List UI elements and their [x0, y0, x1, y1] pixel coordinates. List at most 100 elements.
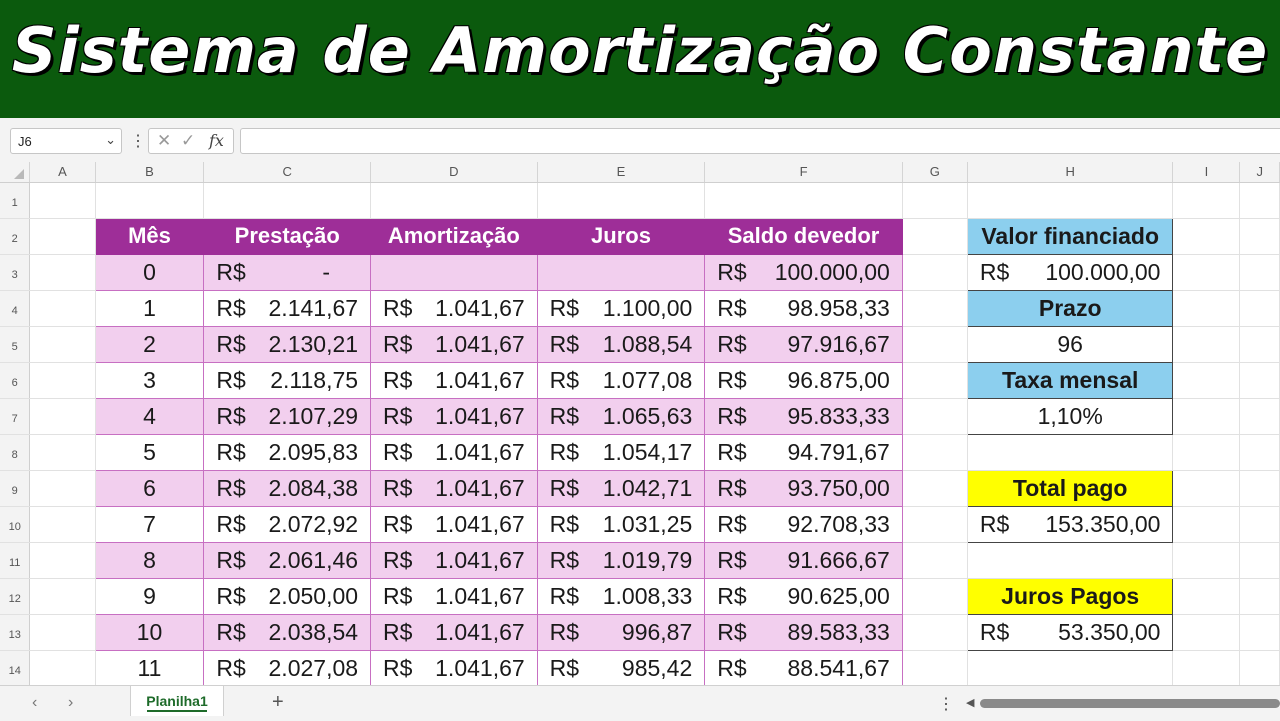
row-header[interactable]: 4: [0, 290, 31, 327]
prestacao-cell[interactable]: R$ 2.027,08: [203, 650, 372, 685]
cell[interactable]: [967, 650, 1174, 685]
prestacao-cell[interactable]: R$ 2.038,54: [203, 614, 372, 651]
cell[interactable]: [1239, 470, 1280, 507]
taxa-mensal-value[interactable]: 1,10%: [966, 397, 1174, 435]
mes-cell[interactable]: 7: [94, 506, 205, 543]
cell[interactable]: [1172, 650, 1241, 685]
header-saldo-devedor[interactable]: Saldo devedor: [704, 218, 903, 255]
amortizacao-cell[interactable]: R$ 1.041,67: [370, 326, 538, 363]
cell[interactable]: [1239, 398, 1280, 435]
prazo-label[interactable]: Prazo: [966, 289, 1174, 327]
cell[interactable]: [967, 434, 1174, 471]
col-header-c[interactable]: C: [203, 162, 372, 183]
saldo-cell[interactable]: R$ 95.833,33: [704, 398, 903, 435]
saldo-cell[interactable]: R$ 89.583,33: [704, 614, 903, 651]
cell[interactable]: [902, 362, 968, 399]
cell[interactable]: [29, 614, 96, 651]
cell[interactable]: [902, 470, 968, 507]
cell[interactable]: [902, 506, 968, 543]
cell[interactable]: [902, 398, 968, 435]
cell[interactable]: [902, 254, 968, 291]
col-header-e[interactable]: E: [537, 162, 706, 183]
cell[interactable]: [29, 182, 96, 219]
amortizacao-cell[interactable]: R$ 1.041,67: [370, 542, 538, 579]
cell[interactable]: [29, 254, 96, 291]
row-header[interactable]: 6: [0, 362, 31, 399]
cell[interactable]: [902, 326, 968, 363]
juros-cell[interactable]: R$ 1.019,79: [537, 542, 706, 579]
saldo-cell[interactable]: R$ 97.916,67: [704, 326, 903, 363]
cell[interactable]: [29, 434, 96, 471]
col-header-a[interactable]: A: [29, 162, 96, 183]
saldo-cell[interactable]: R$ 92.708,33: [704, 506, 903, 543]
row-header[interactable]: 12: [0, 578, 31, 615]
col-header-d[interactable]: D: [370, 162, 538, 183]
total-pago-label[interactable]: Total pago: [966, 469, 1174, 507]
select-all-corner[interactable]: [0, 162, 31, 183]
cell[interactable]: [902, 218, 968, 255]
cell[interactable]: [902, 578, 968, 615]
col-header-h[interactable]: H: [967, 162, 1174, 183]
cell[interactable]: [95, 182, 205, 219]
saldo-cell[interactable]: R$ 98.958,33: [704, 290, 903, 327]
cell[interactable]: [1172, 398, 1241, 435]
x-icon[interactable]: ✕: [157, 131, 171, 151]
total-pago-value[interactable]: R$ 153.350,00: [966, 505, 1174, 543]
cell[interactable]: [902, 542, 968, 579]
taxa-mensal-label[interactable]: Taxa mensal: [966, 361, 1174, 399]
prestacao-cell[interactable]: R$ 2.141,67: [203, 290, 372, 327]
add-sheet-icon[interactable]: +: [272, 691, 284, 714]
prestacao-cell[interactable]: R$ 2.050,00: [203, 578, 372, 615]
cell[interactable]: [1172, 434, 1241, 471]
cell[interactable]: [1172, 218, 1241, 255]
row-header[interactable]: 13: [0, 614, 31, 651]
cell[interactable]: [1239, 506, 1280, 543]
cell[interactable]: [1172, 182, 1241, 219]
cell[interactable]: [1239, 434, 1280, 471]
juros-cell[interactable]: R$ 1.088,54: [537, 326, 706, 363]
cell[interactable]: [29, 398, 96, 435]
cell[interactable]: [1239, 218, 1280, 255]
amortizacao-cell[interactable]: R$ 1.041,67: [370, 650, 538, 685]
cell[interactable]: [1239, 254, 1280, 291]
cell[interactable]: [29, 362, 96, 399]
juros-cell[interactable]: R$ 1.077,08: [537, 362, 706, 399]
cell[interactable]: [1239, 326, 1280, 363]
prestacao-cell[interactable]: R$ 2.084,38: [203, 470, 372, 507]
cell[interactable]: [1172, 506, 1241, 543]
cell[interactable]: [537, 182, 706, 219]
amortizacao-cell[interactable]: R$ 1.041,67: [370, 434, 538, 471]
cell[interactable]: [902, 614, 968, 651]
cell[interactable]: [1239, 182, 1280, 219]
prestacao-cell[interactable]: R$ -: [203, 254, 372, 291]
row-header[interactable]: 2: [0, 218, 31, 255]
juros-cell[interactable]: R$ 985,42: [537, 650, 706, 685]
cell[interactable]: [29, 650, 96, 685]
col-header-i[interactable]: I: [1172, 162, 1241, 183]
amortizacao-cell[interactable]: R$ 1.041,67: [370, 470, 538, 507]
row-header[interactable]: 9: [0, 470, 31, 507]
juros-cell[interactable]: R$ 1.065,63: [537, 398, 706, 435]
juros-cell[interactable]: R$ 1.042,71: [537, 470, 706, 507]
row-header[interactable]: 11: [0, 542, 31, 579]
row-header[interactable]: 1: [0, 182, 31, 219]
scroll-left-icon[interactable]: ◀: [966, 696, 974, 709]
horizontal-scrollbar[interactable]: [980, 699, 1280, 708]
cell[interactable]: [902, 650, 968, 685]
header-mes[interactable]: Mês: [95, 218, 205, 255]
cell[interactable]: [29, 506, 96, 543]
mes-cell[interactable]: 11: [94, 650, 205, 685]
prestacao-cell[interactable]: R$ 2.130,21: [203, 326, 372, 363]
cell[interactable]: [29, 578, 96, 615]
cell[interactable]: [29, 326, 96, 363]
prestacao-cell[interactable]: R$ 2.072,92: [203, 506, 372, 543]
saldo-cell[interactable]: R$ 88.541,67: [704, 650, 903, 685]
cell[interactable]: [1239, 542, 1280, 579]
cell[interactable]: [203, 182, 372, 219]
juros-cell[interactable]: R$ 1.031,25: [537, 506, 706, 543]
saldo-cell[interactable]: R$ 90.625,00: [704, 578, 903, 615]
amortizacao-cell[interactable]: R$ 1.041,67: [370, 578, 538, 615]
prestacao-cell[interactable]: R$ 2.095,83: [203, 434, 372, 471]
prestacao-cell[interactable]: R$ 2.061,46: [203, 542, 372, 579]
cell[interactable]: [1172, 578, 1241, 615]
